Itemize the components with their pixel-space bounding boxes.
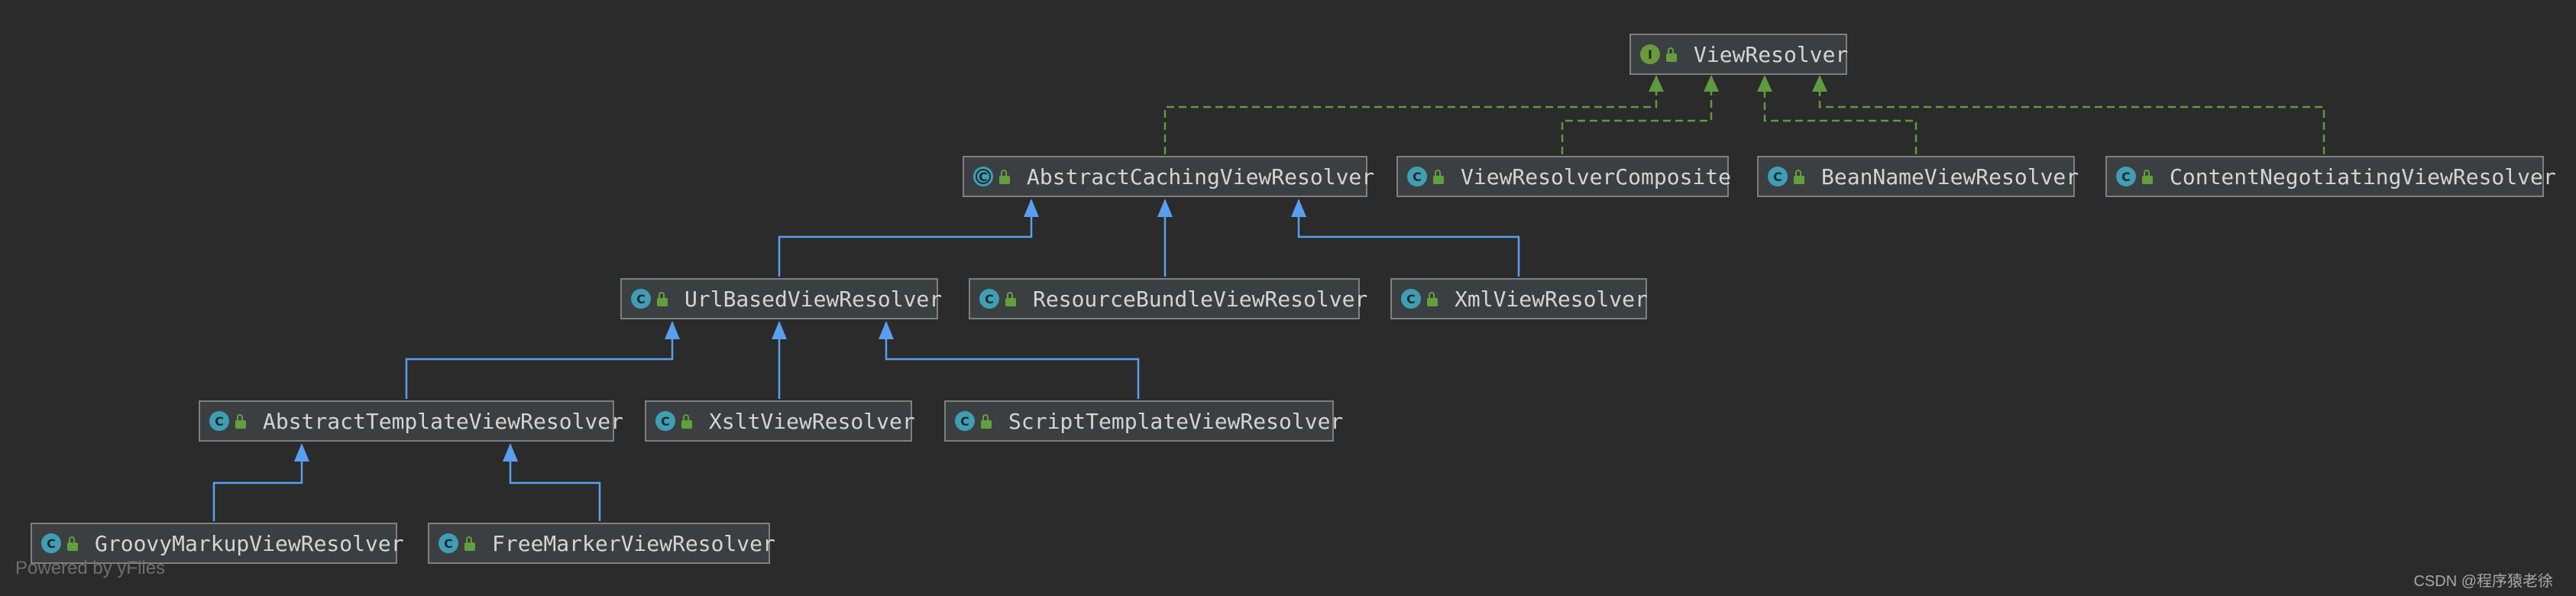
public-lock-icon [1005, 291, 1016, 306]
class-c-icon: C [2116, 167, 2136, 186]
node-label: AbstractCachingViewResolver [1027, 164, 1375, 189]
node-xml-view-resolver[interactable]: C XmlViewResolver [1390, 278, 1648, 319]
node-abstract-caching-view-resolver[interactable]: C AbstractCachingViewResolver [963, 156, 1374, 197]
arrowhead-implements-4 [1812, 75, 1827, 92]
arrowhead-implements-2 [1704, 75, 1719, 92]
node-freemarker-view-resolver[interactable]: C FreeMarkerViewResolver [428, 523, 775, 564]
node-label: XsltViewResolver [709, 408, 915, 434]
class-c-icon: C [1768, 167, 1788, 186]
class-c-icon: C [979, 289, 999, 309]
public-lock-icon [999, 169, 1010, 184]
node-bean-name-view-resolver[interactable]: C BeanNameViewResolver [1757, 156, 2079, 197]
arrowhead-extends-3 [1291, 199, 1306, 217]
node-xslt-view-resolver[interactable]: C XsltViewResolver [645, 400, 915, 442]
node-view-resolver[interactable]: I ViewResolver [1629, 34, 1849, 75]
node-label: ViewResolverComposite [1461, 164, 1732, 189]
class-c-icon: C [631, 289, 651, 309]
arrowhead-extends-1 [1024, 199, 1039, 217]
public-lock-icon [1666, 47, 1677, 62]
public-lock-icon [235, 413, 246, 429]
node-label: ResourceBundleViewResolver [1033, 286, 1368, 312]
arrowhead-implements-3 [1757, 75, 1772, 92]
public-lock-icon [681, 413, 692, 429]
uml-diagram-canvas: I ViewResolver C AbstractCachingViewReso… [0, 0, 2576, 596]
arrowhead-extends-7 [294, 443, 309, 462]
public-lock-icon [1794, 169, 1804, 184]
public-lock-icon [67, 536, 78, 551]
public-lock-icon [1433, 169, 1444, 184]
arrowhead-extends-8 [503, 443, 518, 462]
class-c-icon: C [209, 411, 229, 431]
class-c-icon: C [655, 411, 675, 431]
node-label: BeanNameViewResolver [1821, 164, 2079, 189]
arrowhead-extends-6 [879, 321, 894, 339]
node-label: GroovyMarkupViewResolver [95, 530, 404, 556]
public-lock-icon [464, 536, 475, 551]
node-resource-bundle-view-resolver[interactable]: C ResourceBundleViewResolver [969, 278, 1367, 319]
edge-composite-implements-view-resolver [1561, 76, 1713, 154]
edge-abstract-template-extends-url-based [405, 322, 674, 399]
edge-bean-name-implements-view-resolver [1763, 76, 1917, 154]
node-abstract-template-view-resolver[interactable]: C AbstractTemplateViewResolver [199, 400, 623, 442]
abstract-class-icon: C [973, 167, 993, 186]
class-c-icon: C [955, 411, 975, 431]
public-lock-icon [657, 291, 668, 306]
node-label: UrlBasedViewResolver [684, 286, 943, 312]
class-c-icon: C [41, 533, 61, 553]
arrowhead-extends-4 [665, 321, 680, 339]
interface-i-icon: I [1640, 44, 1660, 64]
edge-script-template-extends-url-based [885, 322, 1140, 399]
edge-groovy-markup-extends-abstract-template [212, 445, 303, 521]
edge-content-negotiating-implements-view-resolver [1818, 76, 2325, 154]
edge-url-based-extends-abstract-caching [778, 200, 1033, 277]
arrowhead-extends-2 [1157, 199, 1173, 217]
class-c-icon: C [1407, 167, 1427, 186]
class-c-icon: C [1401, 289, 1421, 309]
node-content-negotiating-view-resolver[interactable]: C ContentNegotiatingViewResolver [2105, 156, 2556, 197]
public-lock-icon [1427, 291, 1438, 306]
node-url-based-view-resolver[interactable]: C UrlBasedViewResolver [620, 278, 942, 319]
public-lock-icon [981, 413, 992, 429]
powered-by-label: Powered by yFiles [15, 558, 166, 578]
node-label: ScriptTemplateViewResolver [1008, 408, 1344, 434]
arrowhead-extends-5 [772, 321, 787, 339]
node-label: ContentNegotiatingViewResolver [2170, 164, 2556, 189]
node-view-resolver-composite[interactable]: C ViewResolverComposite [1396, 156, 1732, 197]
node-script-template-view-resolver[interactable]: C ScriptTemplateViewResolver [944, 400, 1343, 442]
edge-abstract-caching-implements-view-resolver [1163, 76, 1658, 154]
node-label: AbstractTemplateViewResolver [263, 408, 624, 434]
edge-xml-extends-abstract-caching [1297, 200, 1520, 277]
csdn-watermark: CSDN @程序猿老徐 [2413, 573, 2553, 590]
node-label: FreeMarkerViewResolver [492, 530, 775, 556]
node-label: ViewResolver [1694, 41, 1849, 67]
class-c-icon: C [439, 533, 458, 553]
node-label: XmlViewResolver [1455, 286, 1648, 312]
edge-freemarker-extends-abstract-template [509, 445, 601, 521]
public-lock-icon [2142, 169, 2153, 184]
arrowhead-implements-1 [1649, 75, 1664, 92]
